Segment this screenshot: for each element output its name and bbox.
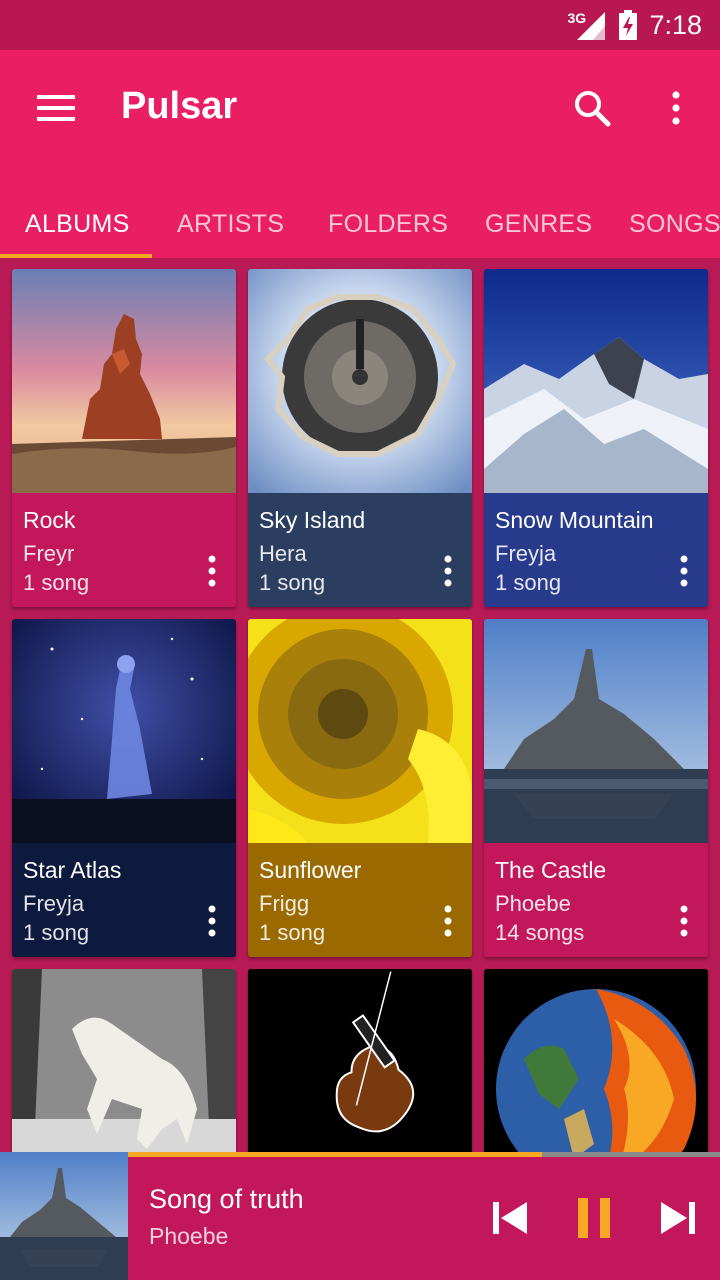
search-icon	[575, 91, 611, 127]
album-info: Rock Freyr 1 song	[12, 493, 236, 607]
more-vert-icon	[680, 905, 688, 937]
tab-songs[interactable]: SONGS	[629, 190, 720, 258]
album-art-snow-mountain	[484, 269, 708, 493]
album-title: Snow Mountain	[495, 507, 654, 533]
tab-artists[interactable]: ARTISTS	[177, 190, 284, 258]
now-playing-artist: Phoebe	[149, 1223, 229, 1249]
album-art-rock	[12, 269, 236, 493]
more-vert-icon	[680, 555, 688, 587]
more-vert-icon	[672, 91, 680, 125]
album-card[interactable]: Snow Mountain Freyja 1 song	[484, 269, 708, 607]
next-button[interactable]	[652, 1192, 704, 1244]
album-title: Rock	[23, 507, 76, 533]
hamburger-menu-icon	[37, 95, 75, 121]
now-playing-album-art[interactable]	[0, 1152, 128, 1280]
search-button[interactable]	[566, 82, 618, 134]
more-vert-icon	[208, 555, 216, 587]
album-art-earth-fire	[484, 969, 708, 1152]
pause-icon	[578, 1198, 610, 1238]
album-info: Sunflower Frigg 1 song	[248, 843, 472, 957]
album-more-button[interactable]	[198, 901, 226, 941]
album-artist: Freyr	[23, 541, 75, 566]
album-title: Sunflower	[259, 857, 362, 883]
album-title: Star Atlas	[23, 857, 122, 883]
album-card[interactable]: Rock Freyr 1 song	[12, 269, 236, 607]
status-bar: 3G 7:18	[0, 0, 720, 50]
album-song-count: 14 songs	[495, 920, 585, 945]
album-song-count: 1 song	[23, 570, 90, 595]
pause-button[interactable]	[568, 1192, 620, 1244]
album-song-count: 1 song	[259, 920, 326, 945]
skip-next-icon	[661, 1202, 695, 1234]
album-more-button[interactable]	[670, 551, 698, 591]
more-vert-icon	[444, 555, 452, 587]
album-art-star-atlas	[12, 619, 236, 843]
album-more-button[interactable]	[670, 901, 698, 941]
album-song-count: 1 song	[495, 570, 562, 595]
album-artist: Freyja	[23, 891, 85, 916]
album-title: Sky Island	[259, 507, 366, 533]
album-art-white-horse	[12, 969, 236, 1152]
album-artist: Frigg	[259, 891, 310, 916]
app-title: Pulsar	[121, 85, 238, 127]
album-info: Star Atlas Freyja 1 song	[12, 843, 236, 957]
playback-progress-fill	[128, 1152, 543, 1157]
cell-signal-icon: 3G	[567, 8, 607, 42]
album-info: The Castle Phoebe 14 songs	[484, 843, 708, 957]
tab-bar: ALBUMS ARTISTS FOLDERS GENRES SONGS	[0, 190, 720, 258]
album-card[interactable]: Sky Island Hera 1 song	[248, 269, 472, 607]
album-song-count: 1 song	[259, 570, 326, 595]
album-card[interactable]	[12, 969, 236, 1152]
album-artist: Freyja	[495, 541, 557, 566]
album-art-sky-island	[248, 269, 472, 493]
clock: 7:18	[649, 9, 702, 40]
album-artist: Phoebe	[495, 891, 571, 916]
tab-albums[interactable]: ALBUMS	[25, 190, 130, 258]
album-card[interactable]: Star Atlas Freyja 1 song	[12, 619, 236, 957]
more-vert-icon	[444, 905, 452, 937]
album-info: Snow Mountain Freyja 1 song	[484, 493, 708, 607]
tab-folders[interactable]: FOLDERS	[328, 190, 448, 258]
more-vert-icon	[208, 905, 216, 937]
album-more-button[interactable]	[198, 551, 226, 591]
album-title: The Castle	[495, 857, 607, 883]
album-art-the-castle	[484, 619, 708, 843]
album-card[interactable]	[248, 969, 472, 1152]
album-song-count: 1 song	[23, 920, 90, 945]
album-grid[interactable]: Rock Freyr 1 song Sky Island Hera 1 song…	[0, 258, 720, 1152]
tab-genres[interactable]: GENRES	[485, 190, 592, 258]
album-card[interactable]: Sunflower Frigg 1 song	[248, 619, 472, 957]
album-artist: Hera	[259, 541, 307, 566]
previous-button[interactable]	[484, 1192, 536, 1244]
album-art-violin	[248, 969, 472, 1152]
battery-charging-icon	[619, 10, 638, 40]
album-card[interactable]: The Castle Phoebe 14 songs	[484, 619, 708, 957]
album-more-button[interactable]	[434, 551, 462, 591]
now-playing-title: Song of truth	[149, 1184, 304, 1214]
status-icons: 3G 7:18	[567, 8, 702, 42]
album-info: Sky Island Hera 1 song	[248, 493, 472, 607]
album-card[interactable]	[484, 969, 708, 1152]
now-playing-bar[interactable]: Song of truth Phoebe	[0, 1152, 720, 1280]
album-more-button[interactable]	[434, 901, 462, 941]
album-art-sunflower	[248, 619, 472, 843]
menu-button[interactable]	[28, 88, 84, 128]
playback-progress-bar[interactable]	[128, 1152, 720, 1157]
overflow-menu-button[interactable]	[652, 82, 700, 134]
app-bar: Pulsar ALBUMS ARTISTS FOLDERS GENRES SON…	[0, 50, 720, 258]
skip-previous-icon	[493, 1202, 527, 1234]
